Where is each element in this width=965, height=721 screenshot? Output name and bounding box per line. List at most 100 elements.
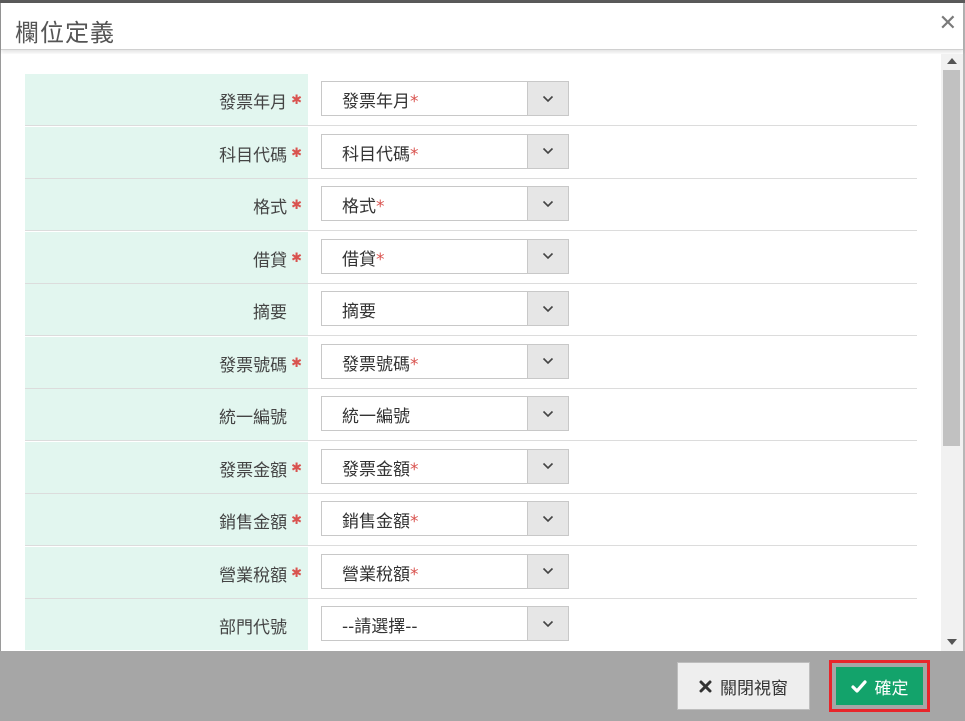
field-label-text: 格式 bbox=[253, 198, 288, 218]
field-mapping-select[interactable]: 發票號碼* bbox=[321, 343, 569, 379]
field-label-text: 統一編號 bbox=[219, 408, 287, 428]
field-label: 統一編號 bbox=[219, 403, 302, 428]
required-asterisk: * bbox=[410, 144, 419, 165]
chevron-down-icon[interactable] bbox=[527, 607, 568, 640]
confirm-button[interactable]: 確定 bbox=[836, 667, 923, 705]
field-label-cell: 格式 ✱ bbox=[25, 179, 308, 231]
field-mapping-select[interactable]: 借貸* bbox=[321, 238, 569, 274]
field-mapping-select[interactable]: 摘要 bbox=[321, 291, 569, 326]
required-asterisk: * bbox=[410, 459, 419, 480]
required-mark-icon: ✱ bbox=[291, 93, 302, 108]
select-value-text: 發票年月 bbox=[342, 92, 410, 112]
required-mark-icon: ✱ bbox=[291, 565, 302, 581]
chevron-down-icon[interactable] bbox=[527, 502, 568, 535]
close-icon[interactable]: ✕ bbox=[939, 13, 957, 35]
scrollbar-thumb[interactable] bbox=[943, 70, 960, 446]
chevron-down-icon[interactable] bbox=[527, 134, 568, 168]
select-value-text: 銷售金額 bbox=[342, 512, 410, 532]
field-mapping-select[interactable]: 發票金額* bbox=[321, 448, 569, 484]
field-label: 摘要 bbox=[253, 298, 302, 323]
scroll-down-arrow-icon[interactable] bbox=[947, 639, 957, 645]
required-asterisk: * bbox=[410, 92, 419, 112]
chevron-down-icon[interactable] bbox=[527, 82, 568, 115]
select-value-text: 發票金額 bbox=[342, 459, 410, 480]
confirm-label: 確定 bbox=[874, 678, 909, 699]
field-mapping-select[interactable]: --請選擇-- bbox=[321, 606, 569, 641]
close-icon bbox=[699, 680, 712, 692]
required-mark-icon: ✱ bbox=[291, 355, 302, 371]
chevron-down-icon[interactable] bbox=[527, 554, 568, 588]
field-label: 營業稅額 ✱ bbox=[219, 561, 302, 586]
required-asterisk: * bbox=[410, 564, 419, 585]
select-value-text: --請選擇-- bbox=[342, 617, 418, 637]
select-value: 銷售金額* bbox=[342, 507, 419, 532]
field-label-cell: 摘要 bbox=[25, 284, 308, 336]
field-row: 發票年月 ✱ 發票年月* bbox=[25, 74, 917, 126]
field-label: 發票年月 ✱ bbox=[219, 88, 302, 113]
select-value: 借貸* bbox=[342, 245, 385, 270]
field-list: 發票年月 ✱ 發票年月* 科目代碼 ✱ 科目代碼* 格式 ✱ 格式* 借貸 ✱ 借貸* 摘要 摘要 發票號碼… bbox=[1, 54, 941, 650]
field-label-text: 銷售金額 bbox=[219, 513, 288, 533]
field-label-text: 發票號碼 bbox=[219, 355, 288, 376]
field-row: 銷售金額 ✱ 銷售金額* bbox=[25, 494, 917, 546]
chevron-down-icon[interactable] bbox=[527, 187, 568, 220]
required-asterisk: * bbox=[376, 249, 385, 270]
chevron-down-icon[interactable] bbox=[527, 239, 568, 273]
field-row: 格式 ✱ 格式* bbox=[25, 179, 917, 231]
field-label-text: 摘要 bbox=[253, 303, 287, 323]
field-row: 營業稅額 ✱ 營業稅額* bbox=[25, 546, 917, 599]
field-mapping-select[interactable]: 科目代碼* bbox=[321, 133, 569, 169]
field-label-cell: 發票金額 ✱ bbox=[25, 441, 308, 494]
select-value-text: 統一編號 bbox=[342, 407, 410, 427]
field-label: 銷售金額 ✱ bbox=[219, 508, 302, 533]
field-label-cell: 科目代碼 ✱ bbox=[25, 126, 308, 179]
field-mapping-select[interactable]: 統一編號 bbox=[321, 396, 569, 431]
required-mark-icon: ✱ bbox=[291, 145, 302, 161]
field-row: 發票號碼 ✱ 發票號碼* bbox=[25, 336, 917, 389]
required-mark-icon: ✱ bbox=[291, 460, 302, 476]
select-value-text: 格式 bbox=[342, 197, 376, 217]
field-label-cell: 部門代號 bbox=[25, 599, 308, 650]
select-value-text: 借貸 bbox=[342, 249, 376, 270]
close-window-button[interactable]: 關閉視窗 bbox=[677, 662, 810, 710]
select-value: 營業稅額* bbox=[342, 560, 419, 585]
field-row: 借貸 ✱ 借貸* bbox=[25, 231, 917, 284]
required-asterisk: * bbox=[410, 354, 419, 375]
field-row: 發票金額 ✱ 發票金額* bbox=[25, 441, 917, 494]
field-label-text: 發票金額 bbox=[219, 460, 288, 481]
required-asterisk: * bbox=[410, 512, 419, 532]
select-value: 統一編號 bbox=[342, 402, 410, 427]
vertical-scrollbar[interactable] bbox=[941, 54, 963, 651]
confirm-button-highlight: 確定 bbox=[829, 660, 930, 712]
scroll-up-arrow-icon[interactable] bbox=[947, 58, 957, 64]
chevron-down-icon[interactable] bbox=[527, 397, 568, 430]
dialog-footer: 關閉視窗 確定 bbox=[0, 651, 965, 721]
field-mapping-select[interactable]: 營業稅額* bbox=[321, 553, 569, 589]
close-window-label: 關閉視窗 bbox=[720, 678, 788, 699]
select-value-text: 發票號碼 bbox=[342, 354, 410, 375]
select-value: 科目代碼* bbox=[342, 140, 419, 165]
chevron-down-icon[interactable] bbox=[527, 292, 568, 325]
required-mark-icon: ✱ bbox=[291, 250, 302, 266]
field-label-cell: 借貸 ✱ bbox=[25, 231, 308, 284]
required-mark-icon: ✱ bbox=[291, 198, 302, 213]
select-value: 發票號碼* bbox=[342, 350, 419, 375]
chevron-down-icon[interactable] bbox=[527, 344, 568, 378]
field-mapping-select[interactable]: 格式* bbox=[321, 186, 569, 221]
field-label-text: 發票年月 bbox=[219, 93, 288, 113]
dialog-title: 欄位定義 bbox=[15, 19, 115, 47]
field-label: 發票金額 ✱ bbox=[219, 456, 302, 481]
field-mapping-select[interactable]: 發票年月* bbox=[321, 81, 569, 116]
chevron-down-icon[interactable] bbox=[527, 449, 568, 483]
select-value: 發票年月* bbox=[342, 87, 419, 112]
field-row: 統一編號 統一編號 bbox=[25, 389, 917, 441]
select-value: 發票金額* bbox=[342, 455, 419, 480]
field-label-text: 科目代碼 bbox=[219, 145, 288, 166]
field-mapping-select[interactable]: 銷售金額* bbox=[321, 501, 569, 536]
field-label-text: 營業稅額 bbox=[219, 565, 288, 586]
field-label-text: 部門代號 bbox=[219, 618, 287, 638]
field-label-text: 借貸 bbox=[253, 250, 288, 271]
field-label: 借貸 ✱ bbox=[253, 246, 302, 271]
field-label: 科目代碼 ✱ bbox=[219, 141, 302, 166]
select-value-text: 科目代碼 bbox=[342, 144, 410, 165]
